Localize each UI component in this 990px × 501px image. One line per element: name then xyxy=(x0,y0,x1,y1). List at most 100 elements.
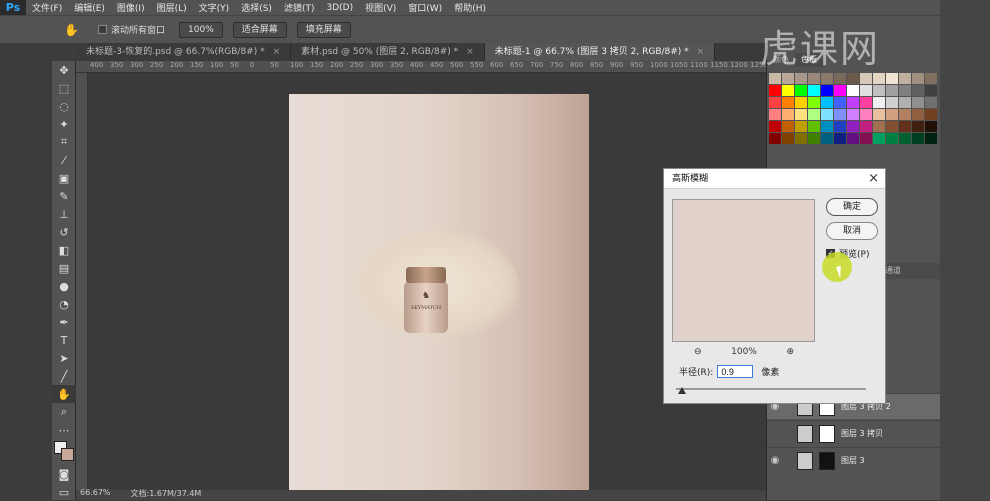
eyedropper-tool-icon[interactable]: ⁄ xyxy=(52,151,76,169)
color-swatch[interactable] xyxy=(899,97,911,108)
blur-preview[interactable] xyxy=(672,199,815,342)
hand-tool-icon[interactable]: ✋ xyxy=(52,385,76,403)
color-swatch[interactable] xyxy=(834,73,846,84)
move-tool-icon[interactable]: ✥ xyxy=(52,61,76,79)
quick-mask-icon[interactable]: ◙ xyxy=(52,465,76,483)
color-swatch[interactable] xyxy=(925,73,937,84)
color-swatch[interactable] xyxy=(795,97,807,108)
tab-material[interactable]: 素材.psd @ 50% (图层 2, RGB/8#) * × xyxy=(291,43,485,61)
path-select-icon[interactable]: ➤ xyxy=(52,349,76,367)
color-swatch[interactable] xyxy=(808,109,820,120)
color-swatch[interactable] xyxy=(795,73,807,84)
color-swatch[interactable] xyxy=(886,133,898,144)
color-swatch[interactable] xyxy=(808,85,820,96)
color-swatch[interactable] xyxy=(808,73,820,84)
color-swatch[interactable] xyxy=(821,121,833,132)
color-swatch[interactable] xyxy=(886,73,898,84)
color-swatch[interactable] xyxy=(834,109,846,120)
color-swatch[interactable] xyxy=(912,133,924,144)
color-swatch[interactable] xyxy=(912,97,924,108)
color-swatch[interactable] xyxy=(912,109,924,120)
menu-layer[interactable]: 图层(L) xyxy=(151,1,193,14)
color-swatch[interactable] xyxy=(873,73,885,84)
lasso-tool-icon[interactable]: ◌ xyxy=(52,97,76,115)
color-swatch[interactable] xyxy=(899,85,911,96)
color-swatch[interactable] xyxy=(873,85,885,96)
color-swatch[interactable] xyxy=(860,73,872,84)
color-swatch[interactable] xyxy=(912,85,924,96)
color-swatch[interactable] xyxy=(834,121,846,132)
stamp-tool-icon[interactable]: ⊥ xyxy=(52,205,76,223)
color-swatches[interactable] xyxy=(52,439,75,465)
color-swatch[interactable] xyxy=(795,85,807,96)
color-swatch[interactable] xyxy=(886,121,898,132)
menu-3d[interactable]: 3D(D) xyxy=(320,3,359,13)
color-swatch[interactable] xyxy=(886,97,898,108)
color-swatch[interactable] xyxy=(925,85,937,96)
layer-row[interactable]: 图层 3 拷贝 xyxy=(767,420,941,446)
color-swatch[interactable] xyxy=(782,73,794,84)
color-swatch[interactable] xyxy=(834,97,846,108)
color-swatch[interactable] xyxy=(847,97,859,108)
gradient-tool-icon[interactable]: ▤ xyxy=(52,259,76,277)
color-swatch[interactable] xyxy=(873,121,885,132)
color-swatch[interactable] xyxy=(860,85,872,96)
color-swatch[interactable] xyxy=(782,85,794,96)
color-swatch[interactable] xyxy=(925,133,937,144)
zoom-100-button[interactable]: 100% xyxy=(179,21,223,38)
color-swatch[interactable] xyxy=(847,73,859,84)
color-swatch[interactable] xyxy=(847,85,859,96)
color-swatch[interactable] xyxy=(925,109,937,120)
magic-wand-tool-icon[interactable]: ✦ xyxy=(52,115,76,133)
color-swatch[interactable] xyxy=(769,109,781,120)
color-swatch[interactable] xyxy=(899,133,911,144)
color-swatch[interactable] xyxy=(821,97,833,108)
layer-row[interactable]: ◉ 图层 3 xyxy=(767,447,941,473)
menu-type[interactable]: 文字(Y) xyxy=(193,1,236,14)
menu-select[interactable]: 选择(S) xyxy=(235,1,278,14)
color-swatch[interactable] xyxy=(795,133,807,144)
brush-tool-icon[interactable]: ✎ xyxy=(52,187,76,205)
color-swatch[interactable] xyxy=(860,97,872,108)
screen-mode-icon[interactable]: ▭ xyxy=(52,483,76,501)
color-swatch[interactable] xyxy=(821,109,833,120)
slider-thumb[interactable] xyxy=(678,387,686,394)
document-canvas[interactable]: ♞ SKYMATCH xyxy=(289,94,589,500)
color-swatch[interactable] xyxy=(860,121,872,132)
color-swatch[interactable] xyxy=(769,85,781,96)
menu-edit[interactable]: 编辑(E) xyxy=(68,1,111,14)
color-swatch[interactable] xyxy=(808,133,820,144)
color-swatch[interactable] xyxy=(821,133,833,144)
color-swatch[interactable] xyxy=(860,109,872,120)
color-swatch[interactable] xyxy=(782,121,794,132)
type-tool-icon[interactable]: T xyxy=(52,331,76,349)
fit-screen-button[interactable]: 适合屏幕 xyxy=(232,21,287,38)
eraser-tool-icon[interactable]: ◧ xyxy=(52,241,76,259)
color-swatch[interactable] xyxy=(860,133,872,144)
color-swatch[interactable] xyxy=(899,73,911,84)
color-swatch[interactable] xyxy=(808,97,820,108)
color-swatch[interactable] xyxy=(821,85,833,96)
color-swatch[interactable] xyxy=(847,109,859,120)
color-swatch[interactable] xyxy=(925,97,937,108)
tab-document-1[interactable]: 未标题-1 @ 66.7% (图层 3 拷贝 2, RGB/8#) * × xyxy=(484,43,716,61)
scroll-all-windows-checkbox[interactable]: 滚动所有窗口 xyxy=(98,23,165,36)
color-swatch[interactable] xyxy=(886,109,898,120)
tab-document-3[interactable]: 未标题-3-恢复的.psd @ 66.7%(RGB/8#) * × xyxy=(76,43,292,61)
color-swatch[interactable] xyxy=(886,85,898,96)
color-swatch[interactable] xyxy=(782,97,794,108)
crop-tool-icon[interactable]: ⌗ xyxy=(52,133,76,151)
color-swatch[interactable] xyxy=(899,121,911,132)
close-icon[interactable]: × xyxy=(273,47,281,57)
marquee-tool-icon[interactable]: ⬚ xyxy=(52,79,76,97)
zoom-in-icon[interactable]: ⊕ xyxy=(786,347,794,357)
zoom-tool-icon[interactable]: ⌕ xyxy=(52,403,76,421)
cancel-button[interactable]: 取消 xyxy=(826,222,878,240)
close-icon[interactable]: × xyxy=(697,47,705,57)
color-swatch[interactable] xyxy=(873,97,885,108)
history-brush-icon[interactable]: ↺ xyxy=(52,223,76,241)
dodge-tool-icon[interactable]: ◔ xyxy=(52,295,76,313)
color-swatch[interactable] xyxy=(847,121,859,132)
color-swatch[interactable] xyxy=(834,133,846,144)
eye-icon[interactable]: ◉ xyxy=(767,455,783,466)
